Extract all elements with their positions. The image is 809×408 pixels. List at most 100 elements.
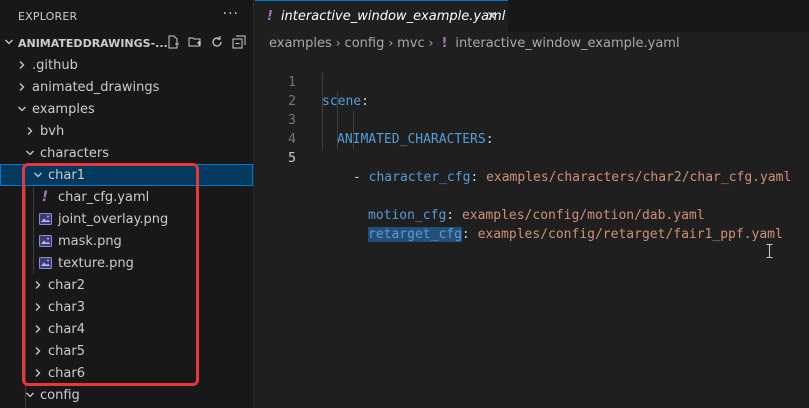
chevron-down-icon <box>30 167 46 183</box>
refresh-icon[interactable] <box>209 34 225 50</box>
yaml-value: examples/characters/char2/char_cfg.yaml <box>486 170 792 185</box>
collapse-all-icon[interactable] <box>231 34 247 50</box>
new-file-icon[interactable] <box>165 34 181 50</box>
yaml-colon: : <box>446 208 462 223</box>
indent-guide <box>322 92 323 111</box>
tab-bar: ! interactive_window_example.yaml ✕ <box>255 0 809 32</box>
line-number: 5 <box>288 151 296 166</box>
tree-folder-bvh[interactable]: bvh <box>0 120 253 142</box>
tree-item-label: char2 <box>48 277 85 293</box>
tree-folder-char6[interactable]: char6 <box>0 362 253 384</box>
yaml-key: motion_cfg <box>368 208 447 223</box>
tree-item-label: char1 <box>48 167 85 183</box>
yaml-file-icon: ! <box>41 189 49 205</box>
chevron-down-icon <box>0 37 18 50</box>
indent-guide <box>322 130 323 149</box>
workspace-folder-name: ANIMATEDDRAWINGS-... <box>18 36 168 50</box>
indent-guide <box>322 73 323 92</box>
code-line: 2 ANIMATED_CHARACTERS: <box>255 73 809 147</box>
text-cursor-icon <box>766 244 773 258</box>
tree-file-mask-png[interactable]: mask.png <box>0 230 253 252</box>
chevron-right-icon: › <box>428 36 434 50</box>
chevron-down-icon <box>14 101 30 117</box>
tree-folder-char1[interactable]: char1 <box>0 164 253 186</box>
tree-item-label: animated_drawings <box>32 79 160 95</box>
chevron-right-icon <box>30 277 46 293</box>
tree-item-label: examples <box>32 101 95 117</box>
code-line: 1 scene: <box>255 54 809 109</box>
image-file-icon <box>38 212 52 226</box>
chevron-down-icon <box>22 145 38 161</box>
more-actions-icon[interactable]: ··· <box>223 6 239 22</box>
yaml-key: character_cfg <box>368 170 471 185</box>
chevron-right-icon <box>30 299 46 315</box>
code-editor[interactable]: 1 scene: 2 ANIMATED_CHARACTERS: 3 - char… <box>255 54 809 242</box>
code-line: 4 motion_cfg: examples/config/motion/dab… <box>255 111 809 223</box>
yaml-exclamation-icon: ! <box>441 35 448 51</box>
tree-folder-char3[interactable]: char3 <box>0 296 253 318</box>
close-icon[interactable]: ✕ <box>486 9 498 25</box>
tree-item-label: char_cfg.yaml <box>58 189 150 205</box>
tree-folder-char4[interactable]: char4 <box>0 318 253 340</box>
chevron-right-icon: › <box>335 36 341 50</box>
tree-folder-characters[interactable]: characters <box>0 142 253 164</box>
image-file-icon <box>38 234 52 248</box>
code-line-active: 5 retarget_cfg: examples/config/retarget… <box>255 130 809 242</box>
chevron-down-icon <box>22 387 38 403</box>
explorer-title: EXPLORER <box>18 9 78 23</box>
chevron-right-icon <box>14 79 30 95</box>
indent-guide <box>337 130 338 149</box>
chevron-right-icon <box>14 57 30 73</box>
tree-file-char-cfg-yaml[interactable]: ! char_cfg.yaml <box>0 186 253 208</box>
tree-item-label: char3 <box>48 299 85 315</box>
explorer-header: EXPLORER ··· <box>0 0 253 32</box>
yaml-exclamation-icon: ! <box>267 9 273 24</box>
explorer-sidebar: EXPLORER ··· ANIMATEDDRAWINGS-... .githu… <box>0 0 254 408</box>
indent-guide <box>337 111 338 130</box>
chevron-right-icon <box>30 321 46 337</box>
tab-label: interactive_window_example.yaml <box>280 9 506 24</box>
indent-guide <box>322 111 323 130</box>
yaml-value: examples/config/retarget/fair1_ppf.yaml <box>477 227 783 242</box>
yaml-dash: - <box>353 170 369 185</box>
tree-folder-config[interactable]: config <box>0 384 253 406</box>
workspace-folder-header[interactable]: ANIMATEDDRAWINGS-... <box>0 32 253 54</box>
breadcrumb: examples › config › mvc › ! interactive_… <box>255 32 809 54</box>
tree-folder-animated-drawings[interactable]: animated_drawings <box>0 76 253 98</box>
breadcrumb-item[interactable]: config <box>345 36 385 51</box>
tree-folder-char5[interactable]: char5 <box>0 340 253 362</box>
tree-item-label: char4 <box>48 321 85 337</box>
yaml-value: examples/config/motion/dab.yaml <box>461 208 705 223</box>
tree-item-label: characters <box>40 145 110 161</box>
tree-file-texture-png[interactable]: texture.png <box>0 252 253 274</box>
tree-folder--github[interactable]: .github <box>0 54 253 76</box>
tree-item-label: .github <box>32 57 78 73</box>
image-file-icon <box>38 256 52 270</box>
breadcrumb-item[interactable]: mvc <box>397 36 425 51</box>
tree-file-joint-overlay-png[interactable]: joint_overlay.png <box>0 208 253 230</box>
tree-item-label: joint_overlay.png <box>58 211 169 227</box>
chevron-right-icon: › <box>388 36 394 50</box>
breadcrumb-item[interactable]: examples <box>269 36 332 51</box>
yaml-colon: : <box>470 170 487 185</box>
tree-item-label: config <box>40 387 80 403</box>
editor-area: ! interactive_window_example.yaml ✕ exam… <box>255 0 809 408</box>
indent-guide <box>353 130 354 149</box>
breadcrumb-file[interactable]: interactive_window_example.yaml <box>455 36 679 51</box>
chevron-right-icon <box>30 365 46 381</box>
tree-folder-examples[interactable]: examples <box>0 98 253 120</box>
tree-folder-char2[interactable]: char2 <box>0 274 253 296</box>
tree-item-label: char6 <box>48 365 85 381</box>
code-line: 3 - character_cfg: examples/characters/c… <box>255 92 809 185</box>
tree-item-label: mask.png <box>58 233 122 249</box>
yaml-key-selected: retarget_cfg <box>368 227 462 242</box>
tab-interactive-window-example[interactable]: ! interactive_window_example.yaml ✕ <box>255 0 508 32</box>
new-folder-icon[interactable] <box>187 34 203 50</box>
chevron-right-icon <box>30 343 46 359</box>
indent-guide <box>353 111 354 130</box>
indent-guide <box>337 92 338 111</box>
yaml-colon: : <box>461 227 478 242</box>
tree-item-label: char5 <box>48 343 85 359</box>
tree-item-label: bvh <box>40 123 65 139</box>
tree-item-label: texture.png <box>58 255 134 271</box>
